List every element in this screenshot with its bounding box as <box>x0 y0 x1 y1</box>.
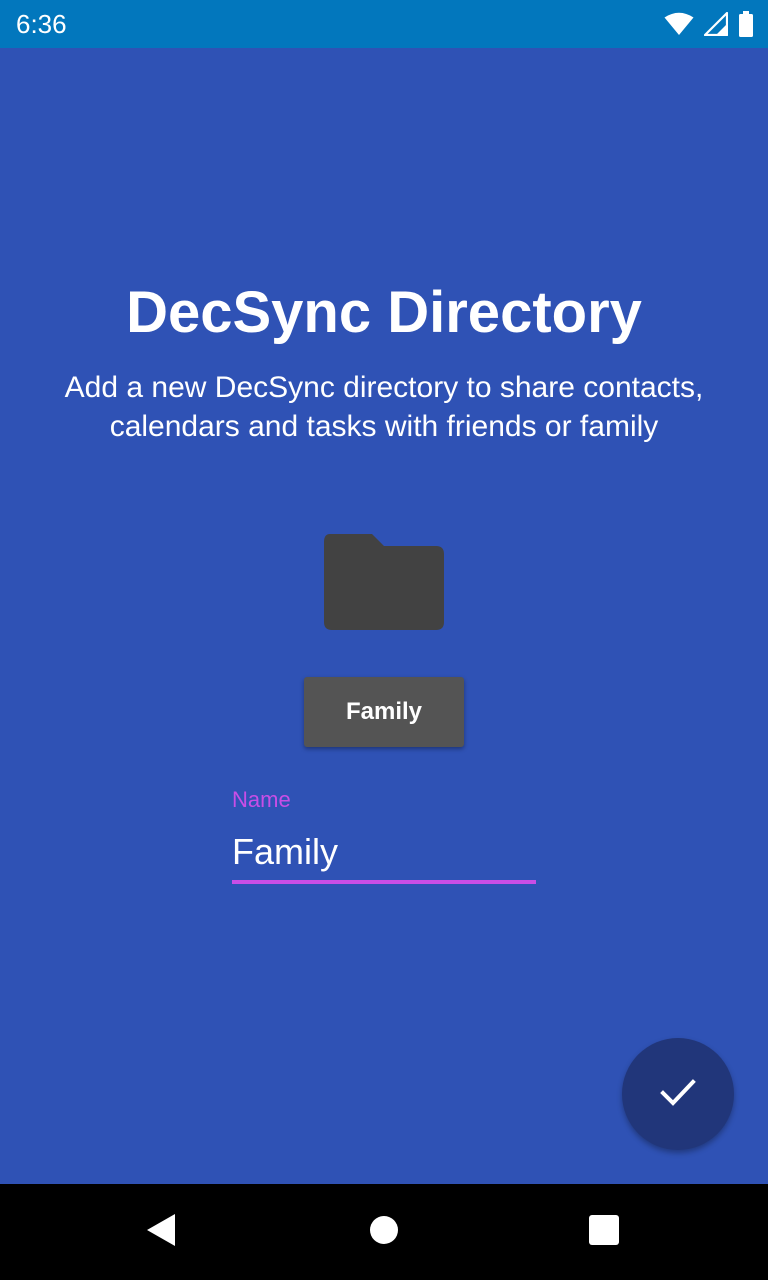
recents-button[interactable] <box>544 1184 664 1280</box>
wifi-icon <box>664 12 694 36</box>
recents-icon <box>589 1214 619 1250</box>
name-field-underline <box>232 880 536 884</box>
check-icon <box>658 1072 698 1117</box>
directory-button[interactable]: Family <box>304 677 464 747</box>
back-button[interactable] <box>101 1184 221 1280</box>
name-field: Name <box>232 782 536 886</box>
name-input[interactable] <box>232 826 536 878</box>
page-title: DecSync Directory <box>126 280 642 345</box>
name-field-label: Name <box>232 787 291 812</box>
battery-icon <box>738 11 754 37</box>
status-time: 6:36 <box>16 9 67 39</box>
home-icon <box>369 1215 399 1250</box>
status-bar: 6:36 <box>0 0 768 48</box>
back-icon <box>145 1213 177 1252</box>
home-button[interactable] <box>324 1184 444 1280</box>
status-icons <box>664 10 754 38</box>
folder-icon <box>320 530 448 634</box>
navigation-bar <box>0 1184 768 1280</box>
confirm-button[interactable] <box>622 1038 734 1150</box>
cellular-signal-icon <box>704 12 728 36</box>
screen: 6:36 DecSync Directory Add a new DecSync… <box>0 0 768 1280</box>
page-subtitle: Add a new DecSync directory to share con… <box>64 371 704 443</box>
